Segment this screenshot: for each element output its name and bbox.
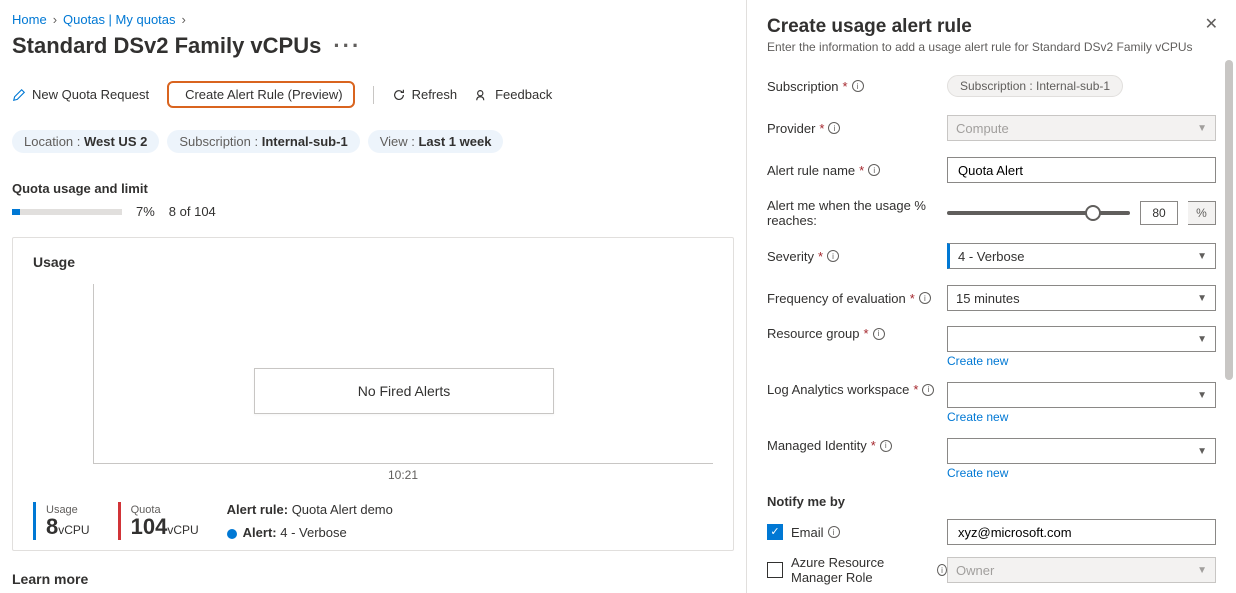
new-quota-request-button[interactable]: New Quota Request	[12, 87, 149, 102]
quota-progress-bar	[12, 209, 122, 215]
usage-legend: Usage 8vCPU Quota 104vCPU Alert rule: Qu…	[33, 502, 713, 540]
new-quota-label: New Quota Request	[32, 87, 149, 102]
email-input[interactable]	[947, 519, 1216, 545]
usage-chart: No Fired Alerts	[93, 284, 713, 464]
subscription-filter-pill[interactable]: Subscription : Internal-sub-1	[167, 130, 359, 153]
log-workspace-create-new-link[interactable]: Create new	[947, 410, 1216, 424]
create-alert-panel: ✕ Create usage alert rule Enter the info…	[746, 0, 1236, 593]
info-icon[interactable]: i	[937, 564, 947, 576]
chevron-down-icon: ▼	[1197, 293, 1207, 304]
pencil-icon	[12, 88, 26, 102]
chevron-down-icon: ▼	[1197, 390, 1207, 401]
toolbar: New Quota Request Create Alert Rule (Pre…	[12, 81, 746, 108]
location-filter-pill[interactable]: Location : West US 2	[12, 130, 159, 153]
usage-card: Usage No Fired Alerts 10:21 Usage 8vCPU …	[12, 237, 734, 551]
email-label: Emaili	[791, 525, 947, 540]
subscription-value: Subscription : Internal-sub-1	[947, 75, 1123, 97]
usage-stat: Usage 8vCPU	[33, 502, 100, 540]
panel-subtitle: Enter the information to add a usage ale…	[767, 40, 1216, 54]
alert-pct-slider[interactable]	[947, 211, 1130, 215]
toolbar-divider	[373, 86, 374, 104]
info-icon[interactable]: i	[922, 384, 934, 396]
alert-pct-value[interactable]: 80	[1140, 201, 1178, 225]
arm-role-checkbox[interactable]	[767, 562, 783, 578]
view-filter-pill[interactable]: View : Last 1 week	[368, 130, 504, 153]
log-workspace-select[interactable]: ▼	[947, 382, 1216, 408]
info-icon[interactable]: i	[868, 164, 880, 176]
refresh-button[interactable]: Refresh	[392, 87, 458, 102]
feedback-button[interactable]: Feedback	[475, 87, 552, 102]
resource-group-label: Resource group*i	[767, 326, 947, 341]
managed-identity-label: Managed Identity*i	[767, 438, 947, 453]
feedback-icon	[475, 88, 489, 102]
frequency-label: Frequency of evaluation*i	[767, 291, 947, 306]
refresh-label: Refresh	[412, 87, 458, 102]
info-icon[interactable]: i	[828, 122, 840, 134]
page-title: Standard DSv2 Family vCPUs ···	[12, 33, 746, 59]
chevron-right-icon: ›	[182, 12, 186, 27]
severity-label: Severity*i	[767, 249, 947, 264]
info-icon[interactable]: i	[828, 526, 840, 538]
chevron-down-icon: ▼	[1197, 251, 1207, 262]
email-checkbox[interactable]	[767, 524, 783, 540]
panel-title: Create usage alert rule	[767, 16, 1216, 38]
notify-me-heading: Notify me by	[767, 494, 1216, 509]
severity-select[interactable]: 4 - Verbose▼	[947, 243, 1216, 269]
info-icon[interactable]: i	[880, 440, 892, 452]
managed-identity-create-new-link[interactable]: Create new	[947, 466, 1216, 480]
quota-percent: 7%	[136, 204, 155, 219]
breadcrumb: Home › Quotas | My quotas ›	[12, 12, 746, 27]
arm-role-select: Owner▼	[947, 557, 1216, 583]
usage-card-title: Usage	[33, 254, 713, 270]
breadcrumb-quotas[interactable]: Quotas | My quotas	[63, 12, 176, 27]
resource-group-create-new-link[interactable]: Create new	[947, 354, 1216, 368]
scrollbar-thumb[interactable]	[1225, 60, 1233, 380]
learn-more-heading: Learn more	[12, 571, 746, 593]
alert-rule-info: Alert rule: Quota Alert demo Alert: 4 - …	[227, 502, 393, 540]
filter-pills: Location : West US 2 Subscription : Inte…	[12, 130, 746, 153]
create-alert-rule-button[interactable]: Create Alert Rule (Preview)	[167, 81, 355, 108]
slider-thumb[interactable]	[1085, 205, 1101, 221]
breadcrumb-home[interactable]: Home	[12, 12, 47, 27]
close-panel-button[interactable]: ✕	[1205, 14, 1218, 34]
info-icon[interactable]: i	[919, 292, 931, 304]
alert-pct-unit: %	[1188, 201, 1216, 225]
quota-stat: Quota 104vCPU	[118, 502, 209, 540]
refresh-icon	[392, 88, 406, 102]
alert-rule-name-label: Alert rule name*i	[767, 163, 947, 178]
alert-dot-icon	[227, 529, 237, 539]
panel-scrollbar[interactable]	[1225, 60, 1233, 583]
quota-count: 8 of 104	[169, 204, 216, 219]
chart-x-tick: 10:21	[93, 468, 713, 482]
main-content: Home › Quotas | My quotas › Standard DSv…	[0, 0, 746, 593]
frequency-select[interactable]: 15 minutes▼	[947, 285, 1216, 311]
info-icon[interactable]: i	[827, 250, 839, 262]
chevron-down-icon: ▼	[1197, 123, 1207, 134]
no-fired-alerts-banner: No Fired Alerts	[254, 368, 554, 414]
chevron-down-icon: ▼	[1197, 446, 1207, 457]
chevron-down-icon: ▼	[1197, 565, 1207, 576]
provider-select: Compute▼	[947, 115, 1216, 141]
feedback-label: Feedback	[495, 87, 552, 102]
provider-label: Provider*i	[767, 121, 947, 136]
managed-identity-select[interactable]: ▼	[947, 438, 1216, 464]
chevron-right-icon: ›	[53, 12, 57, 27]
info-icon[interactable]: i	[852, 80, 864, 92]
alert-pct-label: Alert me when the usage % reaches:	[767, 198, 947, 228]
create-alert-label: Create Alert Rule (Preview)	[185, 87, 343, 102]
resource-group-select[interactable]: ▼	[947, 326, 1216, 352]
alert-rule-name-input[interactable]	[947, 157, 1216, 183]
more-actions-button[interactable]: ···	[329, 33, 365, 59]
log-workspace-label: Log Analytics workspace*i	[767, 382, 947, 397]
arm-role-label: Azure Resource Manager Rolei	[791, 555, 947, 585]
quota-usage-row: 7% 8 of 104	[12, 204, 746, 219]
quota-usage-heading: Quota usage and limit	[12, 181, 746, 196]
info-icon[interactable]: i	[873, 328, 885, 340]
chevron-down-icon: ▼	[1197, 334, 1207, 345]
subscription-label: Subscription*i	[767, 79, 947, 94]
quota-progress-fill	[12, 209, 20, 215]
